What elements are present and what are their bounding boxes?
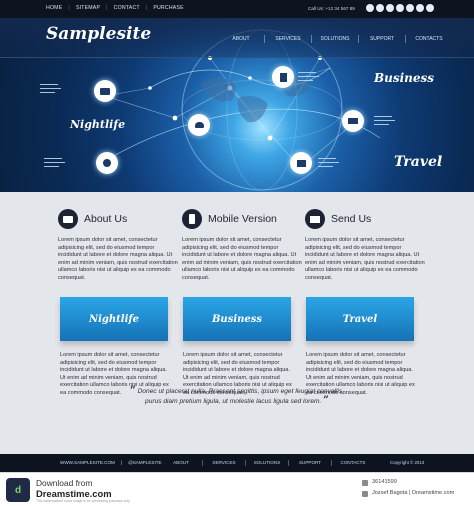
social-icon[interactable] <box>416 4 424 12</box>
social-icon[interactable] <box>406 4 414 12</box>
nav-services[interactable]: SERVICES <box>265 36 311 43</box>
hero-banner: Samplesite ABOUT SERVICES SOLUTIONS SUPP… <box>0 18 474 192</box>
feature-mobile-version: Mobile Version Lorem ipsum dolor sit ame… <box>182 208 302 283</box>
social-icon[interactable] <box>376 4 384 12</box>
phone-number: Call Us: +12 34 567 89 <box>308 6 355 11</box>
book-icon <box>58 209 78 229</box>
business-card[interactable]: Business <box>183 297 291 341</box>
phone-icon <box>182 209 202 229</box>
feature-text: Lorem ipsum dolor sit amet, consectetur … <box>182 237 302 281</box>
feature-text: Lorem ipsum dolor sit amet, consectetur … <box>58 237 178 281</box>
id-icon <box>362 480 368 486</box>
feature-title: About Us <box>84 213 128 225</box>
exchange-arrows-icon <box>96 152 118 174</box>
footer-site-link[interactable]: WWW.SAMPLESITE.COM <box>60 460 115 465</box>
top-nav-purchase[interactable]: PURCHASE <box>153 5 183 11</box>
copyright: Copyright © 2013 <box>390 460 425 465</box>
footer-nav-solutions[interactable]: SOLUTIONS <box>246 460 288 466</box>
envelope-icon <box>305 209 325 229</box>
social-icon[interactable] <box>396 4 404 12</box>
stock-watermark-banner: d Download from Dreamstime.com This wate… <box>0 472 474 506</box>
bar-chart-icon <box>290 152 312 174</box>
testimonial-quote: “ Donec ut placerat nulla. Praesent sagi… <box>130 385 344 406</box>
social-icon[interactable] <box>386 4 394 12</box>
nav-solutions[interactable]: SOLUTIONS <box>312 36 358 43</box>
image-author: Jozsef Bagota | Dreamstime.com <box>372 490 455 496</box>
feature-send-us: Send Us Lorem ipsum dolor sit amet, cons… <box>305 208 425 283</box>
footer-nav-contacts[interactable]: CONTACTS <box>332 460 374 466</box>
footer-nav-about[interactable]: ABOUT <box>160 460 202 466</box>
hero-word-travel: Travel <box>394 154 443 170</box>
footer-handle-link[interactable]: @SAMPLESITE <box>128 460 162 465</box>
site-logo[interactable]: Samplesite <box>46 24 151 44</box>
dreamstime-logo-icon: d <box>6 478 30 502</box>
image-id: 36141599 <box>372 479 397 485</box>
feature-text: Lorem ipsum dolor sit amet, consectetur … <box>305 237 425 281</box>
author-icon <box>362 491 368 497</box>
feature-title: Mobile Version <box>208 213 277 225</box>
nightlife-card[interactable]: Nightlife <box>60 297 168 341</box>
fineprint: This watermarked comp image is for previ… <box>36 499 131 503</box>
top-nav-sitemap[interactable]: SITEMAP <box>76 5 100 11</box>
nav-about[interactable]: ABOUT <box>218 36 264 43</box>
quote-line-2: purus diam pretium ligula, ut molestie l… <box>145 398 322 405</box>
top-nav-contact[interactable]: CONTACT <box>114 5 140 11</box>
document-icon <box>272 66 294 88</box>
footer-nav: ABOUT SERVICES SOLUTIONS SUPPORT CONTACT… <box>160 460 374 466</box>
hero-word-business: Business <box>374 71 435 85</box>
site-footer: WWW.SAMPLESITE.COM | @SAMPLESITE ABOUT S… <box>0 454 474 472</box>
main-nav: ABOUT SERVICES SOLUTIONS SUPPORT CONTACT… <box>218 35 452 43</box>
users-icon <box>188 114 210 136</box>
footer-nav-support[interactable]: SUPPORT <box>289 460 331 466</box>
quote-line-1: Donec ut placerat nulla. Praesent sagitt… <box>137 388 344 395</box>
download-from-text: Download from <box>36 478 93 488</box>
laptop-icon <box>342 110 364 132</box>
nav-support[interactable]: SUPPORT <box>359 36 405 43</box>
top-nav: HOME | SITEMAP | CONTACT | PURCHASE <box>46 5 184 11</box>
social-icons <box>366 4 434 12</box>
footer-nav-services[interactable]: SERVICES <box>203 460 245 466</box>
feature-title: Send Us <box>331 213 372 225</box>
nav-contacts[interactable]: CONTACTS <box>406 36 452 43</box>
social-icon[interactable] <box>426 4 434 12</box>
content-section: About Us Lorem ipsum dolor sit amet, con… <box>0 192 474 454</box>
social-icon[interactable] <box>366 4 374 12</box>
top-utility-bar: HOME | SITEMAP | CONTACT | PURCHASE Call Us… <box>0 0 474 18</box>
book-icon <box>94 80 116 102</box>
feature-about-us: About Us Lorem ipsum dolor sit amet, con… <box>58 208 178 283</box>
top-nav-home[interactable]: HOME <box>46 5 62 11</box>
hero-word-nightlife: Nightlife <box>70 118 126 131</box>
header-band: Samplesite ABOUT SERVICES SOLUTIONS SUPP… <box>0 18 474 58</box>
dreamstime-brand[interactable]: Dreamstime.com <box>36 488 112 499</box>
travel-card[interactable]: Travel <box>306 297 414 341</box>
